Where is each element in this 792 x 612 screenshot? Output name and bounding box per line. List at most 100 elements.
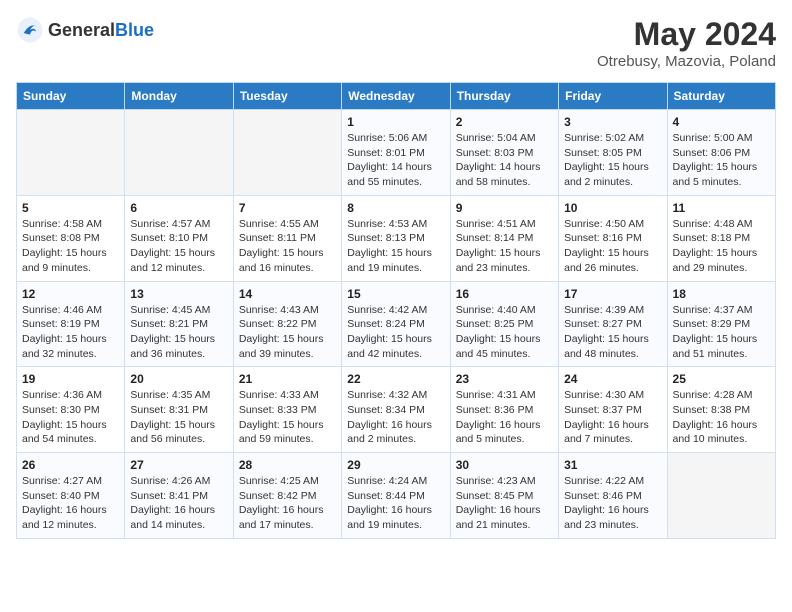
- day-number: 30: [456, 458, 553, 472]
- weekday-header-friday: Friday: [559, 83, 667, 110]
- day-info: Sunrise: 5:00 AM Sunset: 8:06 PM Dayligh…: [673, 131, 770, 190]
- weekday-header-thursday: Thursday: [450, 83, 558, 110]
- day-number: 23: [456, 372, 553, 386]
- day-number: 12: [22, 287, 119, 301]
- calendar-cell: [233, 110, 341, 196]
- calendar-cell: 1 Sunrise: 5:06 AM Sunset: 8:01 PM Daylig…: [342, 110, 450, 196]
- calendar-week-row: 5 Sunrise: 4:58 AM Sunset: 8:08 PM Daylig…: [17, 195, 776, 281]
- day-info: Sunrise: 4:27 AM Sunset: 8:40 PM Dayligh…: [22, 474, 119, 533]
- page-header: General Blue May 2024 Otrebusy, Mazovia,…: [16, 16, 776, 70]
- day-info: Sunrise: 4:26 AM Sunset: 8:41 PM Dayligh…: [130, 474, 227, 533]
- day-info: Sunrise: 4:58 AM Sunset: 8:08 PM Dayligh…: [22, 217, 119, 276]
- calendar-cell: 30 Sunrise: 4:23 AM Sunset: 8:45 PM Dayli…: [450, 453, 558, 539]
- logo-icon: [16, 16, 44, 44]
- day-number: 27: [130, 458, 227, 472]
- page-subtitle: Otrebusy, Mazovia, Poland: [597, 53, 776, 70]
- day-info: Sunrise: 4:42 AM Sunset: 8:24 PM Dayligh…: [347, 303, 444, 362]
- day-number: 28: [239, 458, 336, 472]
- logo: General Blue: [16, 16, 154, 44]
- day-info: Sunrise: 4:36 AM Sunset: 8:30 PM Dayligh…: [22, 388, 119, 447]
- day-number: 9: [456, 201, 553, 215]
- calendar-cell: 23 Sunrise: 4:31 AM Sunset: 8:36 PM Dayli…: [450, 367, 558, 453]
- day-info: Sunrise: 4:55 AM Sunset: 8:11 PM Dayligh…: [239, 217, 336, 276]
- day-number: 13: [130, 287, 227, 301]
- calendar-cell: 21Sunrise: 4:33 AM Sunset: 8:33 PM Dayli…: [233, 367, 341, 453]
- calendar-table: SundayMondayTuesdayWednesdayThursdayFrid…: [16, 82, 776, 539]
- day-info: Sunrise: 4:25 AM Sunset: 8:42 PM Dayligh…: [239, 474, 336, 533]
- day-info: Sunrise: 4:23 AM Sunset: 8:45 PM Dayligh…: [456, 474, 553, 533]
- calendar-cell: 28 Sunrise: 4:25 AM Sunset: 8:42 PM Dayli…: [233, 453, 341, 539]
- day-info: Sunrise: 4:40 AM Sunset: 8:25 PM Dayligh…: [456, 303, 553, 362]
- day-info: Sunrise: 4:33 AM Sunset: 8:33 PM Dayligh…: [239, 388, 336, 447]
- day-info: Sunrise: 4:45 AM Sunset: 8:21 PM Dayligh…: [130, 303, 227, 362]
- calendar-body: 1 Sunrise: 5:06 AM Sunset: 8:01 PM Daylig…: [17, 110, 776, 539]
- day-number: 4: [673, 115, 770, 129]
- day-number: 29: [347, 458, 444, 472]
- day-info: Sunrise: 4:30 AM Sunset: 8:37 PM Dayligh…: [564, 388, 661, 447]
- calendar-week-row: 1 Sunrise: 5:06 AM Sunset: 8:01 PM Daylig…: [17, 110, 776, 196]
- calendar-cell: 12 Sunrise: 4:46 AM Sunset: 8:19 PM Dayli…: [17, 281, 125, 367]
- calendar-cell: 24Sunrise: 4:30 AM Sunset: 8:37 PM Dayli…: [559, 367, 667, 453]
- day-number: 25: [673, 372, 770, 386]
- day-number: 15: [347, 287, 444, 301]
- day-info: Sunrise: 4:48 AM Sunset: 8:18 PM Dayligh…: [673, 217, 770, 276]
- day-number: 11: [673, 201, 770, 215]
- day-number: 18: [673, 287, 770, 301]
- day-number: 2: [456, 115, 553, 129]
- day-number: 14: [239, 287, 336, 301]
- weekday-header-tuesday: Tuesday: [233, 83, 341, 110]
- logo-general: General: [48, 20, 115, 41]
- calendar-week-row: 12 Sunrise: 4:46 AM Sunset: 8:19 PM Dayli…: [17, 281, 776, 367]
- calendar-week-row: 19 Sunrise: 4:36 AM Sunset: 8:30 PM Dayli…: [17, 367, 776, 453]
- day-info: Sunrise: 4:28 AM Sunset: 8:38 PM Dayligh…: [673, 388, 770, 447]
- weekday-header-saturday: Saturday: [667, 83, 775, 110]
- day-info: Sunrise: 4:32 AM Sunset: 8:34 PM Dayligh…: [347, 388, 444, 447]
- calendar-cell: 22 Sunrise: 4:32 AM Sunset: 8:34 PM Dayli…: [342, 367, 450, 453]
- day-number: 17: [564, 287, 661, 301]
- day-info: Sunrise: 4:39 AM Sunset: 8:27 PM Dayligh…: [564, 303, 661, 362]
- day-number: 3: [564, 115, 661, 129]
- day-info: Sunrise: 4:31 AM Sunset: 8:36 PM Dayligh…: [456, 388, 553, 447]
- calendar-cell: 8Sunrise: 4:53 AM Sunset: 8:13 PM Daylig…: [342, 195, 450, 281]
- day-info: Sunrise: 4:51 AM Sunset: 8:14 PM Dayligh…: [456, 217, 553, 276]
- calendar-cell: 16 Sunrise: 4:40 AM Sunset: 8:25 PM Dayli…: [450, 281, 558, 367]
- calendar-cell: 20Sunrise: 4:35 AM Sunset: 8:31 PM Dayli…: [125, 367, 233, 453]
- weekday-header-row: SundayMondayTuesdayWednesdayThursdayFrid…: [17, 83, 776, 110]
- calendar-cell: 3 Sunrise: 5:02 AM Sunset: 8:05 PM Daylig…: [559, 110, 667, 196]
- day-info: Sunrise: 4:43 AM Sunset: 8:22 PM Dayligh…: [239, 303, 336, 362]
- calendar-cell: 29 Sunrise: 4:24 AM Sunset: 8:44 PM Dayli…: [342, 453, 450, 539]
- day-number: 6: [130, 201, 227, 215]
- day-number: 16: [456, 287, 553, 301]
- calendar-cell: 2Sunrise: 5:04 AM Sunset: 8:03 PM Daylig…: [450, 110, 558, 196]
- weekday-header-wednesday: Wednesday: [342, 83, 450, 110]
- day-info: Sunrise: 4:24 AM Sunset: 8:44 PM Dayligh…: [347, 474, 444, 533]
- calendar-cell: 10 Sunrise: 4:50 AM Sunset: 8:16 PM Dayli…: [559, 195, 667, 281]
- day-number: 5: [22, 201, 119, 215]
- calendar-cell: 6Sunrise: 4:57 AM Sunset: 8:10 PM Daylig…: [125, 195, 233, 281]
- day-info: Sunrise: 4:53 AM Sunset: 8:13 PM Dayligh…: [347, 217, 444, 276]
- day-number: 19: [22, 372, 119, 386]
- calendar-cell: [667, 453, 775, 539]
- day-number: 22: [347, 372, 444, 386]
- day-info: Sunrise: 4:46 AM Sunset: 8:19 PM Dayligh…: [22, 303, 119, 362]
- calendar-cell: [17, 110, 125, 196]
- logo-blue: Blue: [115, 20, 154, 41]
- day-info: Sunrise: 5:06 AM Sunset: 8:01 PM Dayligh…: [347, 131, 444, 190]
- calendar-cell: 17 Sunrise: 4:39 AM Sunset: 8:27 PM Dayli…: [559, 281, 667, 367]
- calendar-cell: 25 Sunrise: 4:28 AM Sunset: 8:38 PM Dayli…: [667, 367, 775, 453]
- calendar-cell: 15 Sunrise: 4:42 AM Sunset: 8:24 PM Dayli…: [342, 281, 450, 367]
- day-info: Sunrise: 4:22 AM Sunset: 8:46 PM Dayligh…: [564, 474, 661, 533]
- day-number: 31: [564, 458, 661, 472]
- logo-text: General Blue: [48, 20, 154, 41]
- calendar-cell: 7Sunrise: 4:55 AM Sunset: 8:11 PM Daylig…: [233, 195, 341, 281]
- day-number: 1: [347, 115, 444, 129]
- calendar-cell: 9 Sunrise: 4:51 AM Sunset: 8:14 PM Daylig…: [450, 195, 558, 281]
- day-number: 26: [22, 458, 119, 472]
- day-info: Sunrise: 5:02 AM Sunset: 8:05 PM Dayligh…: [564, 131, 661, 190]
- day-number: 10: [564, 201, 661, 215]
- page-title: May 2024: [597, 16, 776, 53]
- day-info: Sunrise: 4:50 AM Sunset: 8:16 PM Dayligh…: [564, 217, 661, 276]
- weekday-header-monday: Monday: [125, 83, 233, 110]
- day-info: Sunrise: 4:37 AM Sunset: 8:29 PM Dayligh…: [673, 303, 770, 362]
- calendar-cell: 11 Sunrise: 4:48 AM Sunset: 8:18 PM Dayli…: [667, 195, 775, 281]
